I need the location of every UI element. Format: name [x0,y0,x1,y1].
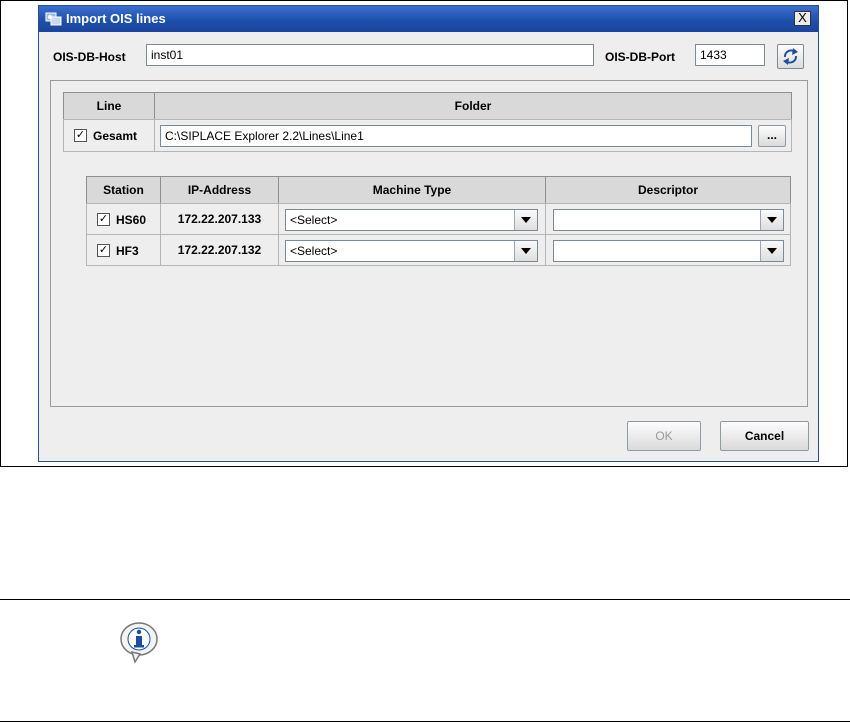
table-row: ✓ HF3 [86,234,161,266]
screenshot-frame: Import OIS lines X OIS-DB-Host inst01 OI… [0,0,848,467]
station-name: HF3 [116,244,139,258]
descriptor-select[interactable] [553,240,784,262]
descriptor-cell [545,234,791,266]
close-button[interactable]: X [794,11,811,26]
machine-type-cell: <Select> [278,234,546,266]
host-input[interactable]: inst01 [146,44,594,66]
ip-column-header: IP-Address [160,176,279,204]
app-icon [45,12,62,26]
line-column-header: Line [63,92,155,120]
machine-type-select[interactable]: <Select> [285,209,538,231]
descriptor-column-header: Descriptor [545,176,791,204]
refresh-icon [783,48,798,65]
info-icon [120,622,158,664]
dialog-title: Import OIS lines [66,11,166,26]
ip-address: 172.22.207.132 [160,234,279,266]
station-checkbox[interactable]: ✓ [97,244,110,257]
chevron-down-icon[interactable] [760,210,783,230]
machine-type-cell: <Select> [278,203,546,235]
folder-path-input[interactable]: C:\SIPLACE Explorer 2.2\Lines\Line1 [160,125,752,147]
folder-column-header: Folder [154,92,792,120]
divider-bottom [0,721,850,722]
station-checkbox[interactable]: ✓ [97,213,110,226]
import-dialog: Import OIS lines X OIS-DB-Host inst01 OI… [38,5,819,462]
machine-type-value: <Select> [290,244,338,258]
line-name: Gesamt [93,129,138,143]
refresh-button[interactable] [777,44,804,69]
station-name: HS60 [116,213,147,227]
chevron-down-icon[interactable] [760,241,783,261]
lines-panel: Line Folder ✓ Gesamt C:\SIPLACE Explorer… [50,80,808,407]
descriptor-cell [545,203,791,235]
line-cell: ✓ Gesamt [63,119,155,152]
station-column-header: Station [86,176,161,204]
ip-address: 172.22.207.133 [160,203,279,235]
port-label: OIS-DB-Port [605,50,675,64]
machine-type-value: <Select> [290,213,338,227]
port-input[interactable]: 1433 [695,44,765,66]
browse-button[interactable]: ... [758,125,786,147]
divider-top [0,599,850,600]
title-bar[interactable]: Import OIS lines X [39,6,818,32]
machine-type-column-header: Machine Type [278,176,546,204]
descriptor-select[interactable] [553,209,784,231]
folder-cell: C:\SIPLACE Explorer 2.2\Lines\Line1 ... [154,119,792,152]
table-row: ✓ HS60 [86,203,161,235]
ok-button[interactable]: OK [627,421,701,451]
machine-type-select[interactable]: <Select> [285,240,538,262]
chevron-down-icon[interactable] [514,241,537,261]
cancel-button[interactable]: Cancel [720,421,809,451]
line-checkbox[interactable]: ✓ [74,129,87,142]
host-label: OIS-DB-Host [53,50,126,64]
chevron-down-icon[interactable] [514,210,537,230]
